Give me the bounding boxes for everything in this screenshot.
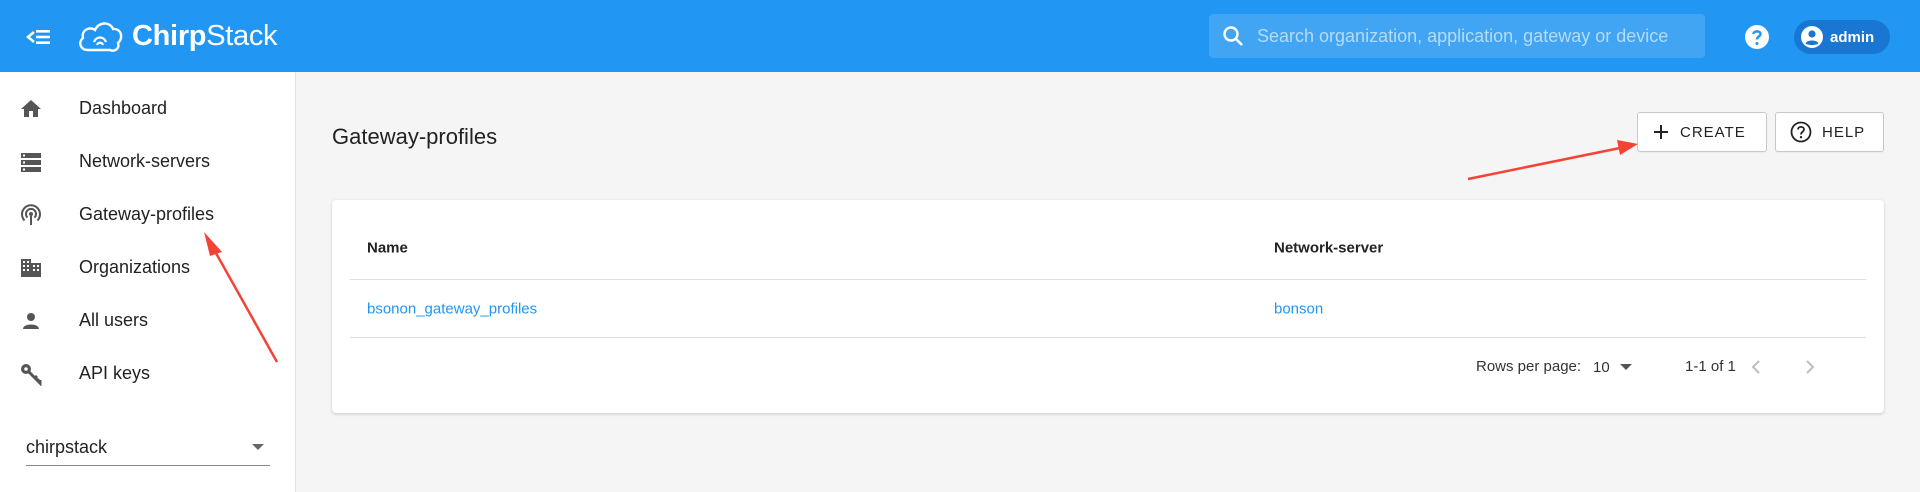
sidebar-item-label: API keys [79, 363, 151, 383]
collapse-menu-icon[interactable] [24, 22, 54, 52]
rows-per-page-select[interactable]: 10 [1593, 352, 1639, 382]
rows-per-page-label: Rows per page: [1476, 358, 1582, 375]
sidebar-item-all-users[interactable]: All users [0, 294, 295, 347]
search-icon [1209, 25, 1257, 47]
page-title: Gateway-profiles [332, 124, 498, 149]
main-content: Gateway-profiles CREATE HELP Name Networ… [296, 72, 1920, 492]
chevron-left-icon [1751, 360, 1760, 374]
next-page-button[interactable] [1796, 354, 1822, 380]
sidebar-item-label: All users [79, 310, 149, 330]
user-menu-button[interactable]: admin [1794, 20, 1890, 54]
gateway-icon [18, 202, 44, 228]
help-outline-icon [1790, 121, 1812, 143]
table-row: bsonon_gateway_profiles bonson [350, 280, 1866, 338]
chevron-down-icon [252, 444, 264, 450]
home-icon [18, 96, 44, 122]
sidebar-item-dashboard[interactable]: Dashboard [0, 82, 295, 135]
organization-select[interactable]: chirpstack [26, 430, 270, 466]
chevron-right-icon [1806, 360, 1815, 374]
sidebar-item-label: Gateway-profiles [79, 204, 215, 224]
gateway-profile-name-link[interactable]: bsonon_gateway_profiles [367, 300, 537, 317]
app-bar: ChirpStack admin [0, 0, 1920, 72]
plus-icon [1654, 125, 1668, 139]
create-button-label: CREATE [1680, 123, 1746, 141]
sidebar-item-network-servers[interactable]: Network-servers [0, 135, 295, 188]
sidebar-item-label: Network-servers [79, 151, 211, 171]
chevron-down-icon [1619, 364, 1632, 370]
pagination-range: 1-1 of 1 [1685, 358, 1736, 375]
logo-text: ChirpStack [132, 19, 278, 52]
table-header-row: Name Network-server [350, 216, 1866, 280]
sidebar-item-label: Organizations [79, 257, 191, 277]
gateway-profiles-table-card: Name Network-server bsonon_gateway_profi… [332, 200, 1884, 413]
person-icon [18, 308, 44, 334]
user-name: admin [1830, 28, 1875, 46]
building-icon [18, 255, 44, 281]
table-pagination: Rows per page: 10 1-1 of 1 [350, 338, 1866, 396]
create-button[interactable]: CREATE [1637, 112, 1767, 152]
sidebar-item-organizations[interactable]: Organizations [0, 241, 295, 294]
column-header-name[interactable]: Name [367, 239, 408, 256]
key-icon [18, 361, 44, 387]
sidebar-item-gateway-profiles[interactable]: Gateway-profiles [0, 188, 295, 241]
search-input[interactable] [1257, 14, 1705, 58]
column-header-network-server[interactable]: Network-server [1274, 239, 1383, 256]
cloud-logo-icon [79, 22, 123, 52]
network-server-link[interactable]: bonson [1274, 300, 1323, 317]
sidebar: Dashboard Network-servers Gateway-profil… [0, 72, 296, 492]
rows-per-page-value: 10 [1593, 358, 1610, 376]
previous-page-button[interactable] [1744, 354, 1770, 380]
server-icon [18, 149, 44, 175]
sidebar-item-api-keys[interactable]: API keys [0, 347, 295, 400]
search-bar[interactable] [1209, 14, 1705, 58]
help-icon[interactable] [1744, 24, 1770, 50]
sidebar-item-label: Dashboard [79, 98, 168, 118]
account-circle-icon [1801, 26, 1823, 48]
chirpstack-logo[interactable]: ChirpStack [76, 16, 278, 56]
help-button[interactable]: HELP [1775, 112, 1884, 152]
organization-select-value: chirpstack [26, 437, 108, 457]
help-button-label: HELP [1822, 123, 1866, 141]
